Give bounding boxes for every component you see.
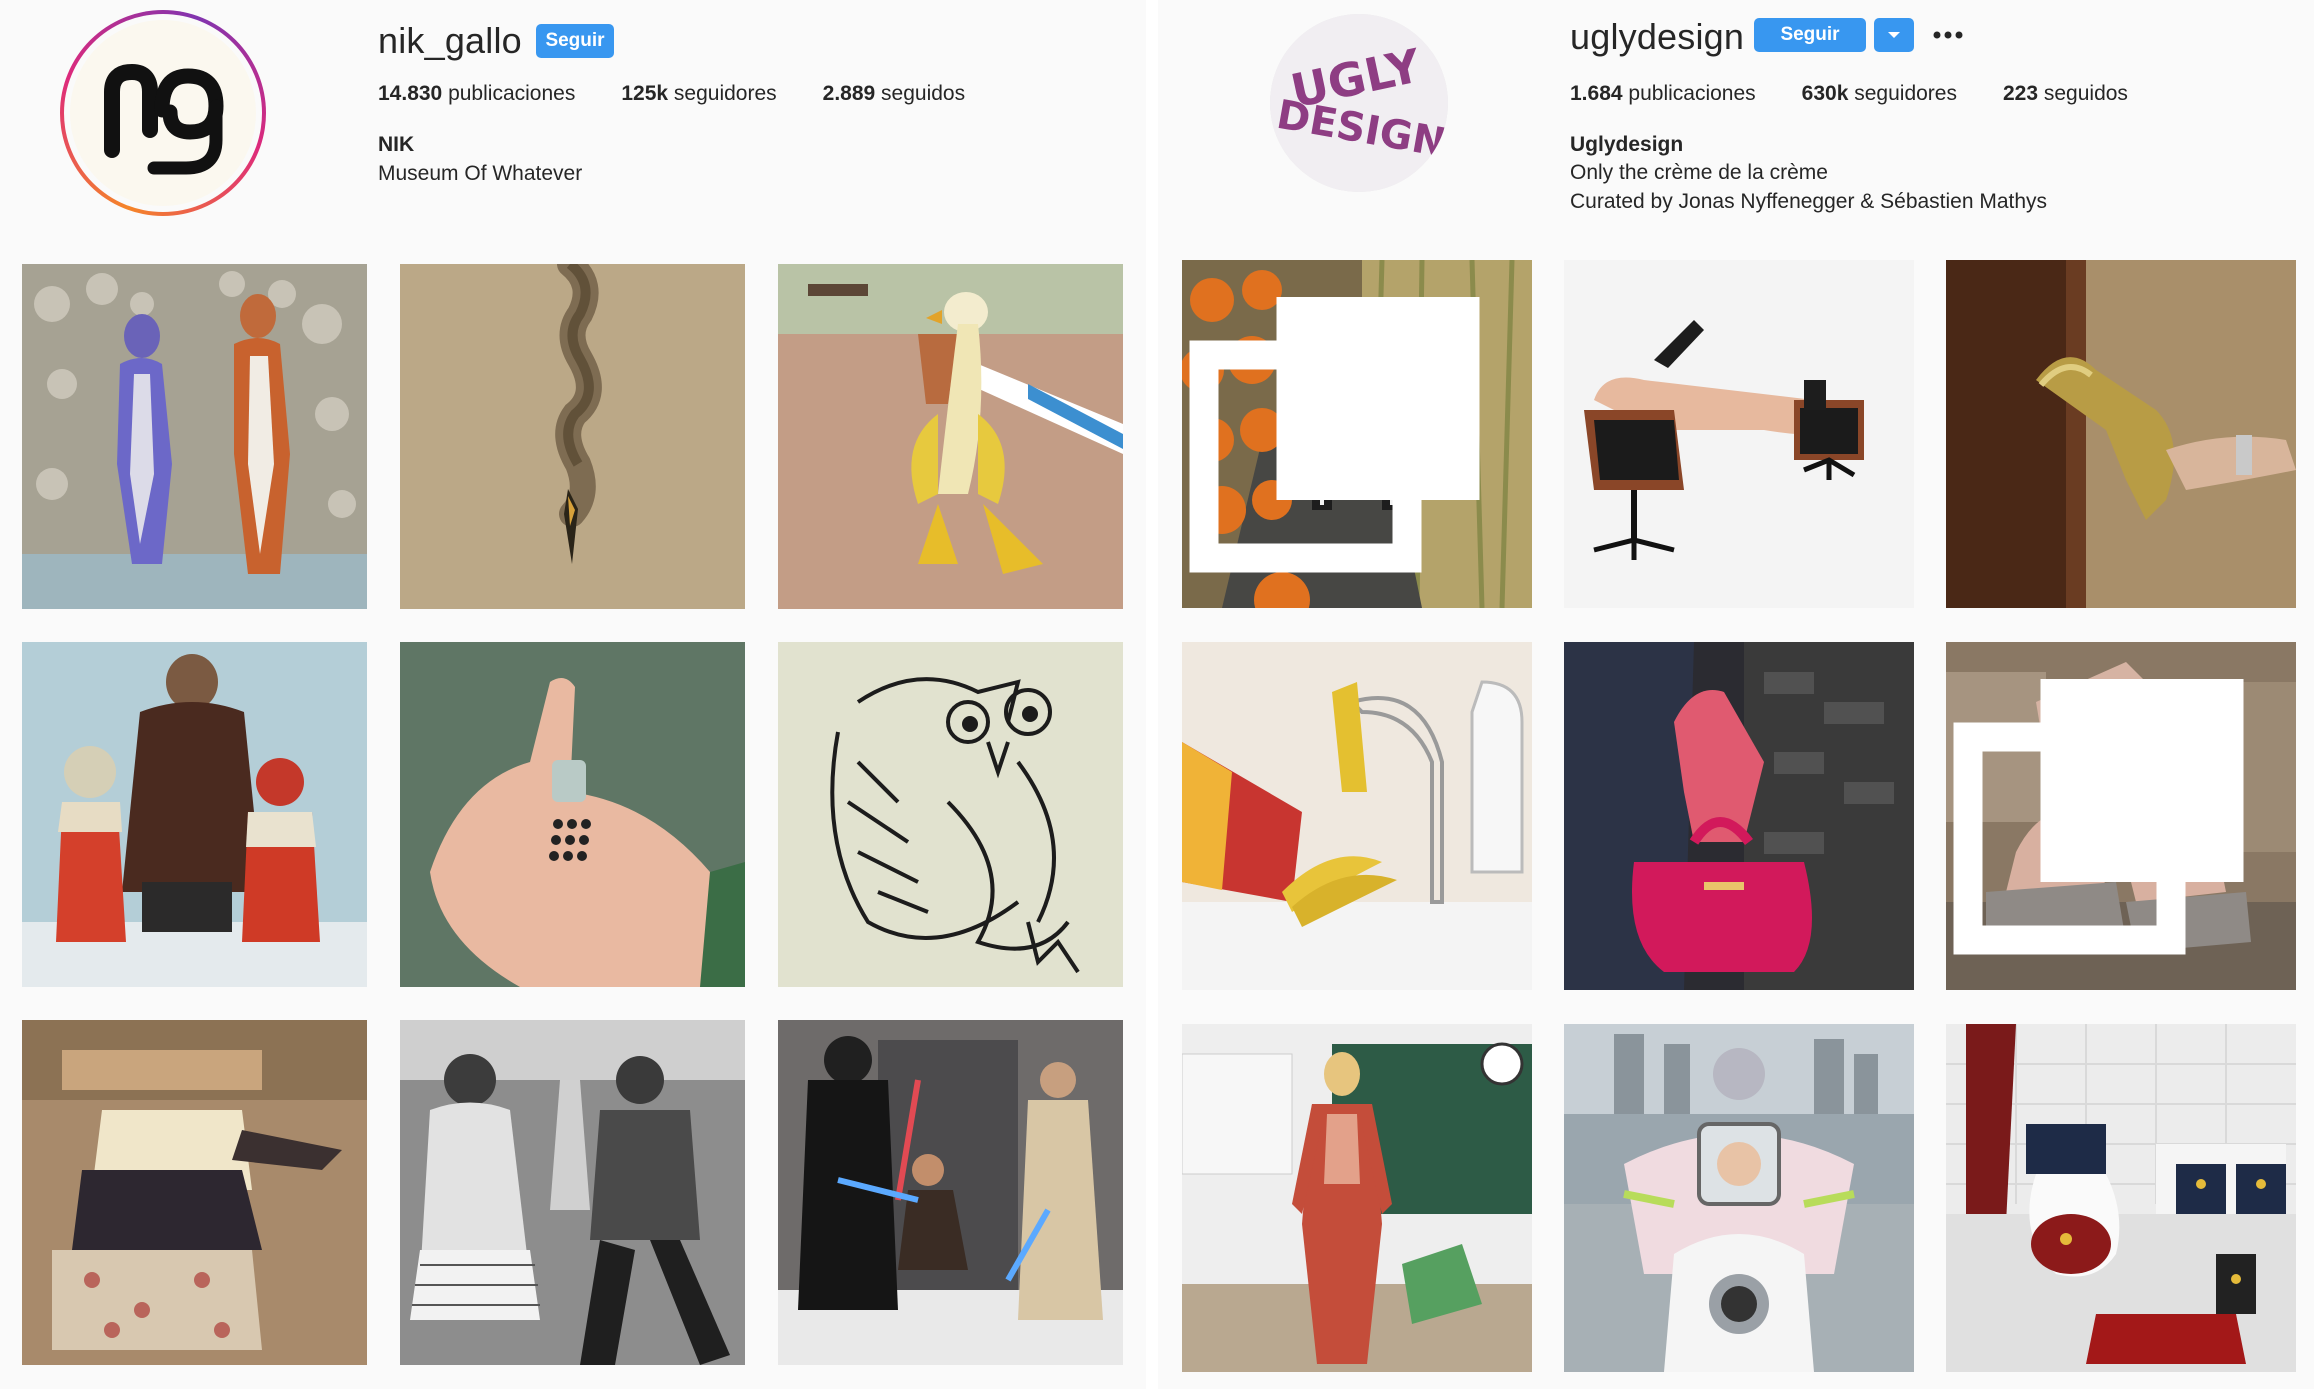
post-image: [22, 642, 367, 987]
post-stacked-chairs[interactable]: [22, 1020, 367, 1365]
post-door-handle[interactable]: [1946, 260, 2296, 608]
ng-logo-icon: [104, 63, 224, 175]
profile-username: uglydesign: [1570, 16, 1745, 57]
post-image: [22, 264, 367, 609]
post-wrestler-women[interactable]: [22, 264, 367, 609]
post-image: [1564, 642, 1914, 990]
post-image: [400, 1020, 745, 1365]
post-hand-shoes[interactable]: [1946, 642, 2296, 990]
post-image: [778, 642, 1123, 987]
post-lightsaber-scene[interactable]: [778, 1020, 1123, 1365]
post-owl-sketch[interactable]: [778, 642, 1123, 987]
post-image: [778, 264, 1123, 609]
post-image: [778, 1020, 1123, 1365]
post-image: [1182, 1024, 1532, 1372]
post-banana-holder[interactable]: [1182, 642, 1532, 990]
post-image: [1182, 642, 1532, 990]
profile-avatar[interactable]: [60, 10, 266, 216]
following-count[interactable]: 2.889 seguidos: [823, 82, 965, 106]
post-hand-handbag[interactable]: [1564, 642, 1914, 990]
post-winter-family[interactable]: [22, 642, 367, 987]
post-image: [400, 264, 745, 609]
post-image: [1564, 260, 1914, 608]
chevron-down-icon: [1888, 32, 1900, 38]
bio-name: Uglydesign: [1570, 133, 1684, 156]
post-skeleton-dog-pumpkins[interactable]: [1182, 260, 1532, 608]
followers-count[interactable]: 125k seguidores: [621, 82, 776, 106]
post-image: [400, 642, 745, 987]
post-image: [22, 1020, 367, 1365]
ugly-design-logo-icon: UGLY DESIGN: [1273, 38, 1448, 166]
follow-button[interactable]: Seguir: [536, 24, 614, 58]
bio-line: Museum Of Whatever: [378, 162, 583, 185]
posts-count[interactable]: 1.684 publicaciones: [1570, 82, 1756, 106]
posts-count[interactable]: 14.830 publicaciones: [378, 82, 575, 106]
following-count[interactable]: 223 seguidos: [2003, 82, 2128, 106]
more-options-button[interactable]: [1928, 18, 1968, 52]
bio-line: Curated by Jonas Nyffenegger & Sébastien…: [1570, 190, 2048, 213]
profile-username: nik_gallo: [378, 20, 522, 61]
suggestions-dropdown-button[interactable]: [1874, 18, 1914, 52]
post-hand-phone[interactable]: [400, 642, 745, 987]
post-dancing-kids[interactable]: [400, 1020, 745, 1365]
multiple-posts-icon: [1953, 679, 2244, 955]
multiple-posts-icon: [1189, 297, 1480, 573]
follow-button[interactable]: Seguir: [1754, 18, 1866, 52]
profile-avatar[interactable]: UGLY DESIGN: [1270, 14, 1448, 192]
bio-line: Only the crème de la crème: [1570, 161, 1828, 184]
profile-panel-uglydesign: UGLY DESIGN uglydesign Seguir 1.684 publ…: [1158, 0, 2314, 1389]
post-anatomy-teacher[interactable]: [1182, 1024, 1532, 1372]
profile-stats: 14.830 publicaciones 125k seguidores 2.8…: [378, 82, 965, 106]
post-image: [1946, 1024, 2296, 1372]
profile-stats: 1.684 publicaciones 630k seguidores 223 …: [1570, 82, 2128, 106]
more-options-icon: [1933, 31, 1963, 39]
bio-name: NIK: [378, 133, 415, 156]
profile-panel-nik-gallo: nik_gallo Seguir 14.830 publicaciones 12…: [0, 0, 1146, 1389]
followers-count[interactable]: 630k seguidores: [1802, 82, 1957, 106]
post-banana-duck[interactable]: [778, 264, 1123, 609]
post-bathroom-polo[interactable]: [1946, 1024, 2296, 1372]
post-image: [1946, 260, 2296, 608]
post-image: [1564, 1024, 1914, 1372]
post-eames-chair-heels[interactable]: [1564, 260, 1914, 608]
post-burnt-canvas[interactable]: [400, 264, 745, 609]
post-scooter-cover[interactable]: [1564, 1024, 1914, 1372]
